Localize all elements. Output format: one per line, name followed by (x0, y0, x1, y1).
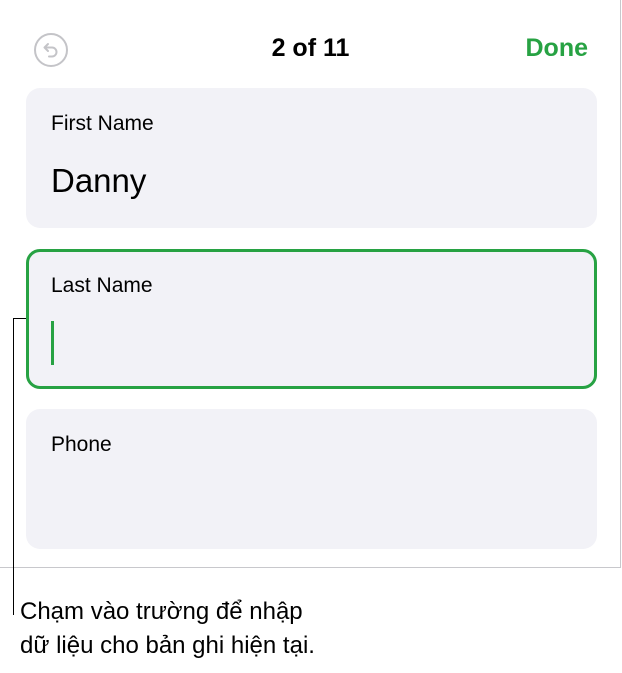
callout-line-1: Chạm vào trường để nhập (20, 598, 303, 625)
callout-line-2: dữ liệu cho bản ghi hiện tại. (20, 632, 315, 659)
record-form-panel: 2 of 11 Done First Name Danny Last Name … (0, 0, 621, 568)
last-name-field[interactable]: Last Name (26, 249, 597, 389)
text-cursor (51, 321, 54, 365)
last-name-label: Last Name (51, 274, 153, 297)
callout-line (13, 318, 14, 615)
callout-text: Chạm vào trường để nhập dữ liệu cho bản … (20, 595, 315, 663)
callout-tick (13, 318, 26, 319)
phone-field[interactable]: Phone (26, 409, 597, 549)
phone-label: Phone (51, 433, 112, 456)
done-button[interactable]: Done (526, 32, 589, 64)
first-name-field[interactable]: First Name Danny (26, 88, 597, 228)
first-name-value: Danny (51, 162, 147, 199)
first-name-label: First Name (51, 112, 154, 135)
